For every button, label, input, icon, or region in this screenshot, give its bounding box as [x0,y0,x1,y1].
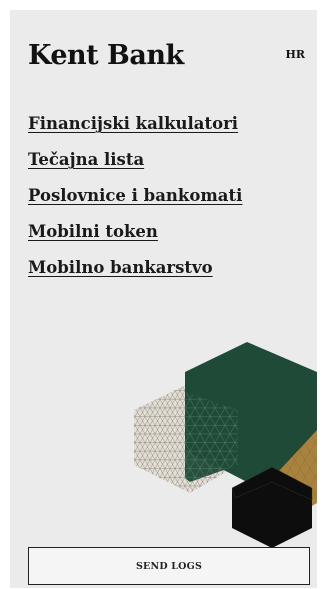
hexagon-decoration-icon [134,342,317,548]
app-screen: Kent Bank HR Financijski kalkulatori Teč… [10,10,317,588]
language-switcher[interactable]: HR [285,48,305,61]
menu-item-mobile-token[interactable]: Mobilni token [28,214,242,250]
menu-item-branches-atms[interactable]: Poslovnice i bankomati [28,178,242,214]
menu-item-financial-calculators[interactable]: Financijski kalkulatori [28,106,242,142]
bank-logo[interactable]: Kent Bank [28,40,184,71]
menu-item-mobile-banking[interactable]: Mobilno bankarstvo [28,250,242,286]
main-menu: Financijski kalkulatori Tečajna lista Po… [28,106,242,286]
menu-item-exchange-rates[interactable]: Tečajna lista [28,142,242,178]
send-logs-button[interactable]: SEND LOGS [28,547,310,585]
header: Kent Bank HR [10,10,317,90]
